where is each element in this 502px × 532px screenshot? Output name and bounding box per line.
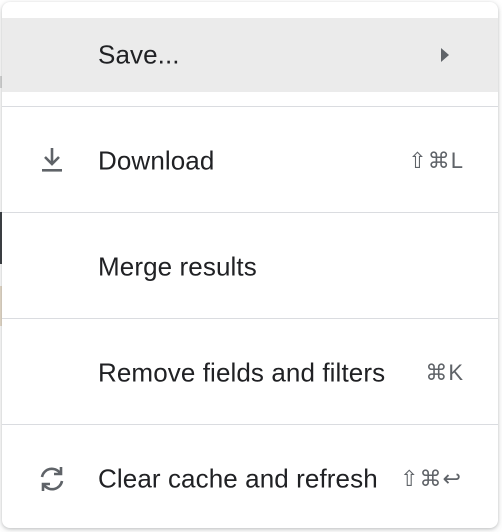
menu-divider [2, 212, 498, 213]
menu-item-label: Download [98, 145, 215, 176]
menu-item-merge-results[interactable]: Merge results [2, 230, 498, 304]
menu-item-download[interactable]: Download ⇧⌘L [2, 124, 498, 198]
menu-divider [2, 424, 498, 425]
menu-item-label: Remove fields and filters [98, 357, 386, 388]
chevron-right-icon [441, 48, 449, 62]
menu-item-remove-fields-and-filters[interactable]: Remove fields and filters ⌘K [2, 336, 498, 410]
menu-divider [2, 318, 498, 319]
keyboard-shortcut: ⇧⌘L [408, 148, 464, 173]
keyboard-shortcut: ⌘K [425, 360, 464, 385]
refresh-icon [40, 467, 64, 491]
context-menu: Save... Download ⇧⌘L Merge results Remov… [2, 2, 498, 528]
download-icon [42, 148, 62, 172]
menu-item-label: Save... [98, 39, 180, 70]
menu-item-label: Merge results [98, 251, 257, 282]
menu-item-clear-cache-and-refresh[interactable]: Clear cache and refresh ⇧⌘↩ [2, 442, 498, 516]
menu-item-save[interactable]: Save... [2, 18, 498, 92]
keyboard-shortcut: ⇧⌘↩ [400, 466, 462, 491]
menu-divider [2, 106, 498, 107]
menu-item-label: Clear cache and refresh [98, 463, 378, 494]
